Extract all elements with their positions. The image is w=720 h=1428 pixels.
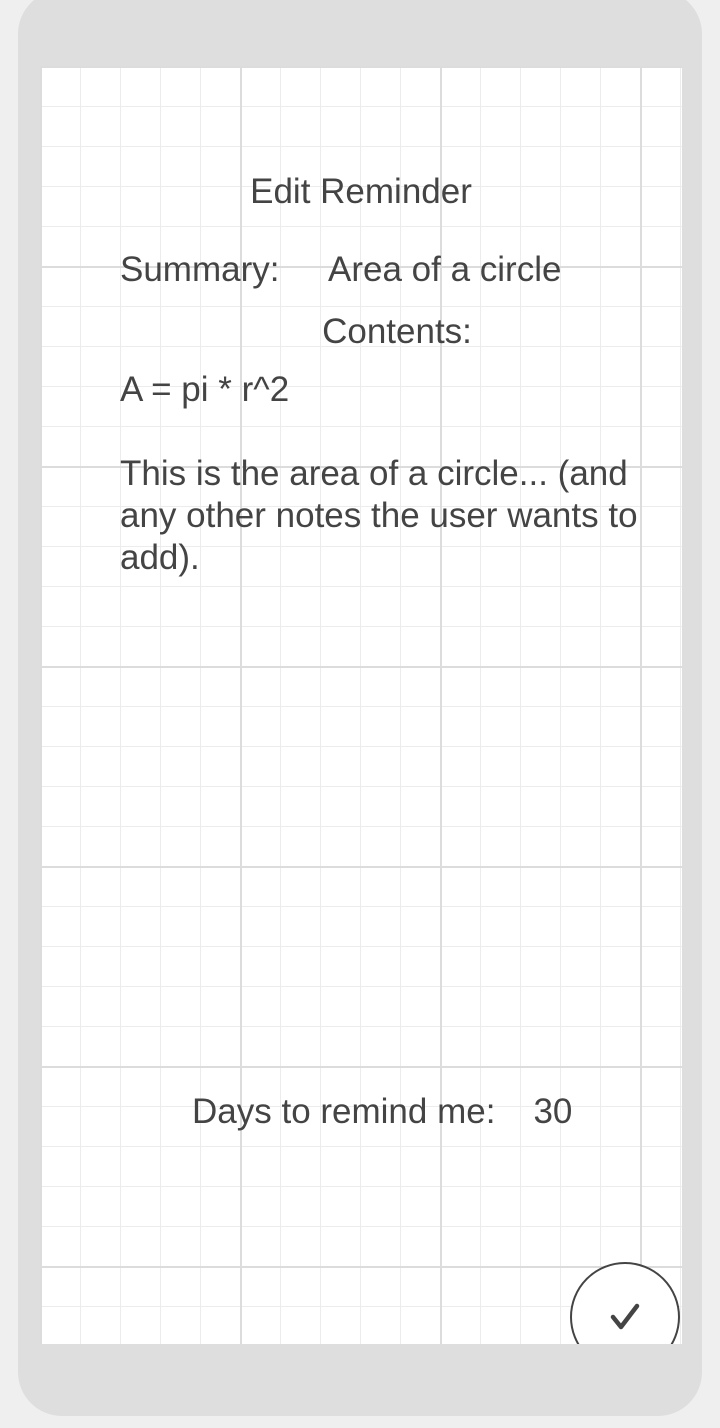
page-title: Edit Reminder	[250, 172, 472, 211]
contents-label: Contents:	[322, 312, 472, 351]
checkmark-icon	[610, 1303, 640, 1330]
summary-field[interactable]: Area of a circle	[328, 248, 561, 292]
days-row: Days to remind me: 30	[192, 1090, 572, 1134]
contents-field[interactable]: A = pi * r^2 This is the area of a circl…	[120, 369, 680, 579]
summary-label: Summary:	[120, 250, 280, 289]
days-field[interactable]: 30	[533, 1092, 572, 1131]
reminder-screen: Edit Reminder Summary: Area of a circle …	[40, 66, 682, 1344]
days-label: Days to remind me:	[192, 1092, 496, 1131]
confirm-button[interactable]	[570, 1262, 680, 1344]
